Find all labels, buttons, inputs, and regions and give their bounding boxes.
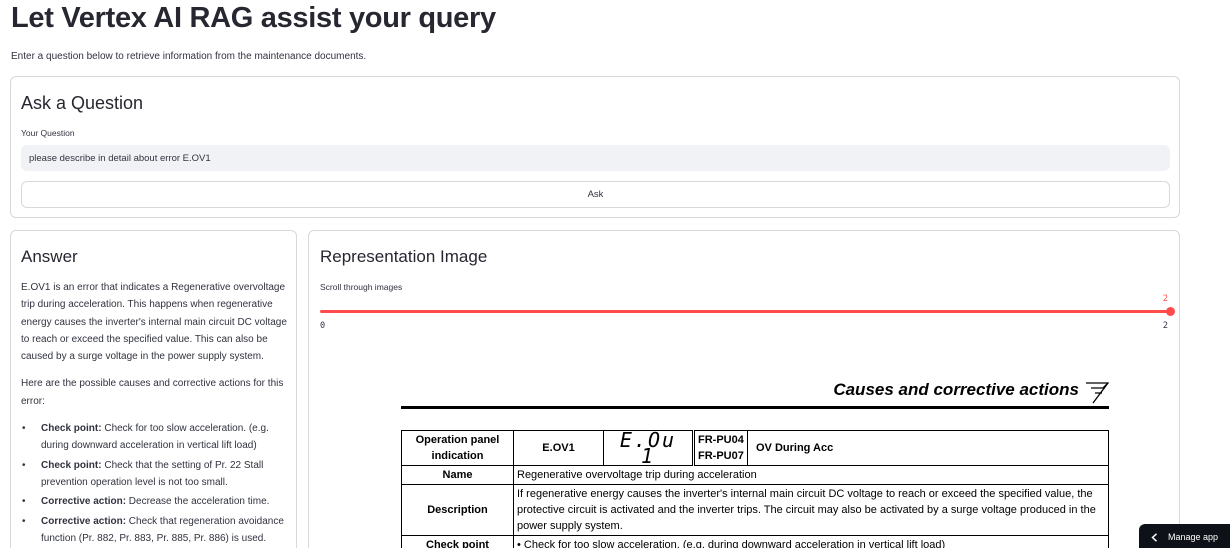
ask-heading: Ask a Question: [21, 93, 144, 113]
chevron-left-icon: [1151, 532, 1158, 542]
doc-table: Operation panel indication E.OV1 E.Ou 1 …: [401, 430, 1109, 548]
desc-value-cell: If regenerative energy causes the invert…: [513, 484, 1109, 536]
desc-label-cell: Description: [401, 484, 514, 536]
answer-body: E.OV1 is an error that indicates a Regen…: [21, 279, 291, 548]
answer-heading: Answer: [21, 247, 78, 266]
answer-list: Check point: Check for too slow accelera…: [21, 420, 291, 547]
slider-min-label: 0: [320, 321, 326, 331]
slider-current-value: 2: [1162, 294, 1168, 304]
image-heading: Representation Image: [320, 247, 488, 266]
answer-card: Answer E.OV1 is an error that indicates …: [10, 230, 297, 548]
table-row: Check point • Check for too slow acceler…: [401, 535, 1109, 548]
manage-app-button[interactable]: Manage app: [1139, 524, 1230, 548]
slider-label: Scroll through images: [320, 282, 403, 292]
ask-question-card: Ask a Question Your Question Ask: [10, 76, 1180, 218]
pu-cell: FR-PU04 FR-PU07: [692, 430, 748, 466]
image-slider-track[interactable]: [320, 310, 1170, 313]
manage-app-label: Manage app: [1168, 532, 1219, 542]
list-item-label: Check point:: [41, 423, 102, 435]
pu-label: FR-PU07: [698, 450, 744, 462]
name-value-cell: Regenerative overvoltage trip during acc…: [513, 465, 1109, 485]
name-label-cell: Name: [401, 465, 514, 485]
answer-paragraph: Here are the possible causes and correct…: [21, 378, 284, 407]
question-input[interactable]: [21, 145, 1170, 171]
check-value-cell: • Check for too slow acceleration. (e.g.…: [513, 535, 1109, 548]
list-item: Check point: Check that the setting of P…: [21, 457, 291, 492]
code-cell: E.OV1: [513, 430, 604, 466]
corner-arrow-icon: [1086, 382, 1109, 404]
table-row: Operation panel indication E.OV1 E.Ou 1 …: [401, 430, 1109, 466]
doc-heading: Causes and corrective actions: [833, 380, 1079, 399]
check-label-cell: Check point: [401, 535, 514, 548]
page-subtitle: Enter a question below to retrieve infor…: [11, 51, 367, 62]
page-title: Let Vertex AI RAG assist your query: [11, 2, 496, 34]
table-row: Name Regenerative overvoltage trip durin…: [401, 465, 1109, 485]
doc-rule: [401, 406, 1109, 409]
document-image: Causes and corrective actions Operation …: [401, 376, 1109, 548]
question-label: Your Question: [21, 128, 75, 138]
list-item: Check point: Check for too slow accelera…: [21, 420, 291, 455]
list-item-label: Corrective action:: [41, 496, 127, 508]
list-item-label: Check point:: [41, 459, 102, 471]
segment-display: E.Ou 1: [603, 430, 694, 466]
pu-label: FR-PU04: [698, 434, 744, 446]
image-slider-thumb[interactable]: [1165, 307, 1175, 316]
answer-paragraph: E.OV1 is an error that indicates a Regen…: [21, 282, 287, 363]
list-item-label: Corrective action:: [41, 515, 127, 527]
list-item-text: Decrease the acceleration time.: [126, 496, 270, 508]
ask-button[interactable]: Ask: [21, 181, 1170, 208]
ov-name-cell: OV During Acc: [747, 430, 1109, 466]
representation-image-card: Representation Image Scroll through imag…: [308, 230, 1180, 548]
op-label-cell: Operation panel indication: [401, 430, 514, 466]
list-item: Corrective action: Check that regenerati…: [21, 513, 291, 548]
slider-max-label: 2: [1162, 321, 1168, 331]
list-item: Corrective action: Decrease the accelera…: [21, 493, 291, 511]
table-row: Description If regenerative energy cause…: [401, 484, 1109, 536]
